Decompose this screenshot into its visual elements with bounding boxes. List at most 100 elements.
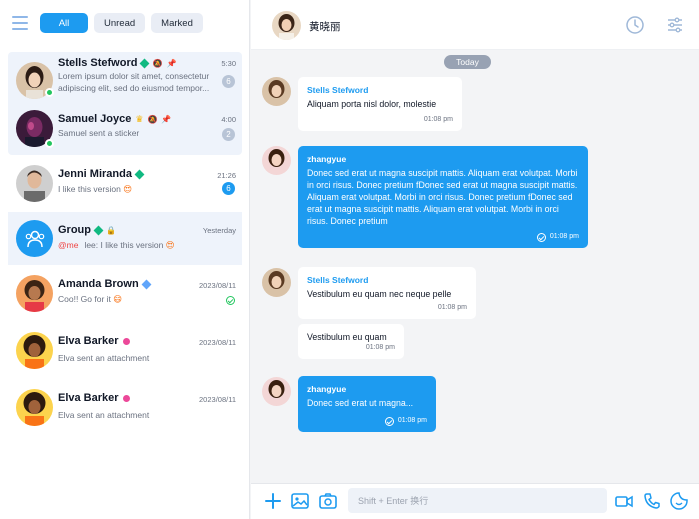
message-sender: Stells Stefword — [307, 85, 369, 95]
conversation-header: 黄晓丽 — [251, 0, 699, 50]
avatar — [16, 332, 53, 369]
unread-badge: 6 — [222, 75, 235, 88]
sidebar-toolbar: All Unread Marked — [0, 0, 249, 46]
candy-icon — [122, 337, 130, 345]
chat-item-jenni[interactable]: Jenni Miranda I like this version 😍 21:2… — [8, 155, 242, 212]
candy-icon — [122, 394, 130, 402]
chat-name: Elva Barker — [58, 335, 119, 347]
sticker-icon[interactable] — [669, 491, 689, 511]
read-check-icon — [226, 292, 235, 310]
message-time: 01:08 pm — [423, 116, 453, 123]
diamond-icon — [141, 279, 152, 289]
sender-avatar[interactable] — [262, 377, 291, 406]
pinned-group: Stells Stefword 🔕 📌 Lorem ipsum dolor si… — [8, 52, 242, 155]
lock-icon: 🔒 — [106, 225, 116, 235]
message-bubble[interactable]: Stells Stefword Aliquam porta nisl dolor… — [298, 77, 462, 131]
message-text: Aliquam porta nisl dolor, molestie — [307, 99, 437, 109]
unread-badge: 2 — [222, 128, 235, 141]
avatar — [16, 275, 53, 312]
chat-time: 21:26 — [217, 171, 236, 180]
pin-icon: 📌 — [161, 114, 172, 124]
message-text: Donec sed erat ut magna... — [307, 398, 414, 408]
message-text: Vestibulum eu quam nec neque pelle — [307, 289, 452, 299]
chat-preview: Elva sent an attachment — [58, 353, 150, 363]
message-sender: zhangyue — [307, 384, 347, 394]
chat-time: 4:00 — [221, 115, 236, 124]
message-bubble[interactable]: Vestibulum eu quam 01:08 pm — [298, 324, 404, 359]
sender-avatar[interactable] — [262, 77, 291, 106]
chat-preview: Elva sent an attachment — [58, 410, 150, 420]
settings-sliders-icon[interactable] — [665, 15, 685, 35]
chat-preview: Samuel sent a sticker — [58, 128, 140, 138]
contact-name: 黄晓丽 — [309, 21, 341, 33]
sender-avatar[interactable] — [262, 146, 291, 175]
group-avatar — [16, 220, 53, 257]
mute-icon: 🔕 — [152, 58, 163, 68]
chat-name: Jenni Miranda — [58, 168, 132, 180]
message-bubble[interactable]: zhangyue Donec sed erat ut magna... 01:0… — [298, 376, 436, 432]
message-sender: Stells Stefword — [307, 275, 369, 285]
avatar — [16, 389, 53, 426]
message-time: 01:08 pm — [397, 417, 427, 424]
composer-bar — [251, 483, 699, 519]
message-sender: zhangyue — [307, 154, 347, 164]
pin-icon: 📌 — [166, 58, 177, 68]
message-bubble[interactable]: Stells Stefword Vestibulum eu quam nec n… — [298, 267, 476, 319]
filter-unread-button[interactable]: Unread — [94, 13, 146, 33]
gem-icon — [140, 58, 150, 68]
conversation-panel: 黄晓丽 Today Stells Stefword Aliquam porta … — [251, 0, 699, 519]
chat-item-elva-1[interactable]: Elva Barker Elva sent an attachment 2023… — [8, 322, 242, 379]
online-indicator — [45, 88, 54, 97]
message-input[interactable] — [348, 488, 607, 513]
group-icon — [25, 230, 44, 247]
message-time: 01:08 pm — [549, 233, 579, 240]
crown-icon: ♛ — [135, 113, 144, 124]
chat-list: Stells Stefword 🔕 📌 Lorem ipsum dolor si… — [8, 52, 242, 436]
message-area[interactable]: Today Stells Stefword Aliquam porta nisl… — [251, 50, 699, 483]
video-call-icon[interactable] — [614, 491, 634, 511]
chat-name: Group — [58, 224, 91, 236]
chat-item-elva-2[interactable]: Elva Barker Elva sent an attachment 2023… — [8, 379, 242, 436]
sender-avatar[interactable] — [262, 268, 291, 297]
date-separator: Today — [444, 55, 491, 69]
read-check-icon — [536, 232, 546, 242]
contact-avatar[interactable] — [272, 11, 301, 40]
chat-item-amanda[interactable]: Amanda Brown Coo!! Go for it 😄 2023/08/1… — [8, 265, 242, 322]
smile-icon: 😄 — [113, 294, 123, 304]
gem-icon — [93, 225, 104, 235]
chat-preview: I like this version — [58, 184, 121, 194]
chat-item-samuel[interactable]: Samuel Joyce ♛ 🔕 📌 Samuel sent a sticker… — [8, 109, 242, 155]
online-indicator — [45, 139, 54, 148]
gem-icon — [134, 169, 145, 179]
chat-name: Samuel Joyce — [58, 113, 132, 125]
add-icon[interactable] — [263, 491, 283, 511]
chat-name: Stells Stefword — [58, 57, 138, 69]
chat-name: Amanda Brown — [58, 278, 139, 290]
image-icon[interactable] — [290, 491, 310, 511]
mute-icon: 🔕 — [147, 114, 158, 124]
message-time: 01:08 pm — [365, 344, 395, 351]
filter-marked-button[interactable]: Marked — [151, 13, 203, 33]
chat-time: 2023/08/11 — [199, 281, 236, 290]
avatar — [16, 165, 53, 202]
message-time: 01:08 pm — [437, 304, 467, 311]
chat-time: 5:30 — [221, 59, 236, 68]
phone-icon[interactable] — [642, 491, 662, 511]
chat-preview: lee: I like this version — [84, 240, 164, 250]
chat-item-group[interactable]: Group 🔒 @me lee: I like this version 😍 Ye… — [8, 212, 242, 265]
chat-time: 2023/08/11 — [199, 338, 236, 347]
menu-icon[interactable] — [12, 16, 28, 30]
unread-badge: 6 — [222, 182, 235, 195]
chat-name: Elva Barker — [58, 392, 119, 404]
chat-preview: Lorem ipsum dolor sit amet, consectetur … — [58, 71, 210, 93]
message-text: Donec sed erat ut magna suscipit mattis.… — [307, 168, 578, 226]
message-bubble[interactable]: zhangyue Donec sed erat ut magna suscipi… — [298, 146, 588, 248]
chat-time: Yesterday — [202, 226, 236, 235]
mention-tag: @me — [58, 240, 79, 250]
chat-item-stells[interactable]: Stells Stefword 🔕 📌 Lorem ipsum dolor si… — [8, 52, 242, 109]
chat-time: 2023/08/11 — [199, 395, 236, 404]
filter-all-button[interactable]: All — [40, 13, 88, 33]
history-icon[interactable] — [625, 15, 645, 35]
camera-icon[interactable] — [318, 491, 338, 511]
chat-sidebar: All Unread Marked Stells Stefword 🔕 📌 Lo… — [0, 0, 250, 519]
